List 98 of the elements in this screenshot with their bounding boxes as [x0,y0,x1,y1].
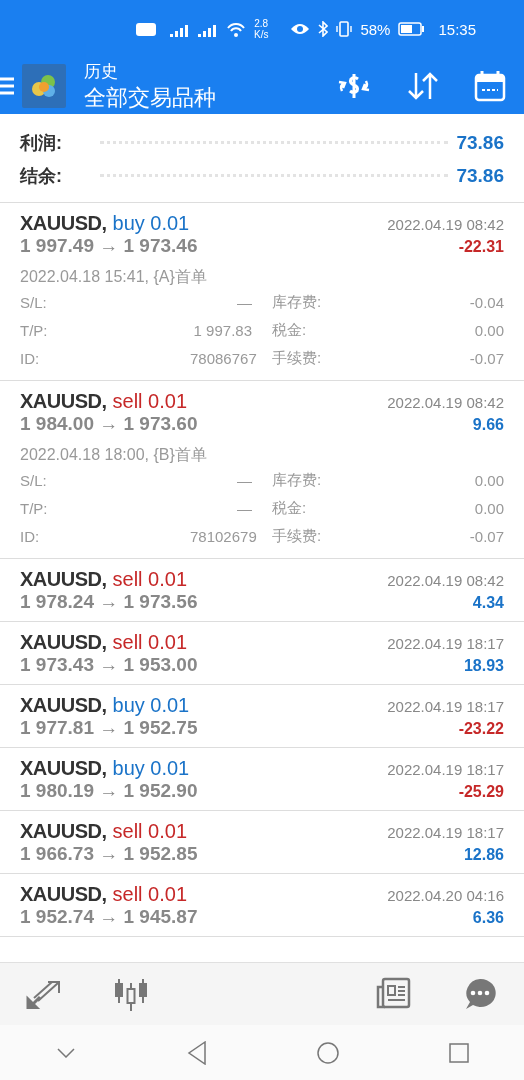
detail-label: 税金: [271,498,308,518]
trade-prices: 1 973.43 → 1 953.00 [20,654,198,676]
trade-profit: 6.36 [472,909,504,927]
detail-value: — [236,293,252,311]
trade-profit: 18.93 [463,657,504,675]
trade-time: 2022.04.19 08:42 [387,572,504,589]
trade-symbol: XAUUSD, [20,757,107,779]
trade-deal: buy 0.01 [112,694,190,716]
trade-symbol: XAUUSD, [20,631,107,653]
trade-item[interactable]: XAUUSD, sell 0.01 2022.04.20 04:16 1 952.74 → 1 945.87 6.36 [0,874,524,937]
trade-item[interactable]: XAUUSD, sell 0.01 2022.04.19 08:42 1 978.24 → 1 973.56 4.34 [0,559,524,622]
candlestick-icon[interactable] [113,977,149,1011]
detail-value: -0.04 [468,293,504,311]
chat-icon[interactable] [463,977,498,1011]
trade-time: 2022.04.19 18:17 [387,824,504,841]
trade-time: 2022.04.19 18:17 [387,698,504,715]
detail-label: S/L: [20,471,48,489]
trade-time: 2022.04.19 08:42 [387,216,504,233]
trade-deal: sell 0.01 [112,568,187,590]
trade-symbol: XAUUSD, [20,212,107,234]
detail-label: 税金: [271,320,308,340]
bluetooth-icon [318,21,329,37]
battery-percent: 58% [360,20,391,38]
detail-label: 手续费: [271,348,323,368]
trade-deal: buy 0.01 [112,212,190,234]
trade-prices: 1 980.19 → 1 952.90 [20,780,198,802]
trade-prices: 1 952.74 → 1 945.87 [20,906,198,928]
calendar-icon[interactable] [474,70,506,102]
network-speed: 2.8 K/s [253,18,269,40]
trade-symbol: XAUUSD, [20,694,107,716]
trade-arrows-icon[interactable] [25,979,62,1009]
summary-value: 73.86 [456,131,504,154]
trade-time: 2022.04.20 04:16 [387,887,504,904]
chevron-down-icon[interactable] [56,1047,75,1058]
back-icon[interactable] [186,1040,207,1065]
detail-label: 库存费: [271,292,323,312]
summary-label: 结余: [20,164,63,188]
news-icon[interactable] [375,977,411,1011]
trade-item[interactable]: XAUUSD, buy 0.01 2022.04.19 18:17 1 977.81 → 1 952.75 -23.22 [0,685,524,748]
detail-label: S/L: [20,293,48,311]
clock: 15:35 [438,20,476,38]
battery-icon [398,22,425,36]
eye-icon [290,22,311,36]
sort-icon[interactable] [406,71,440,101]
trade-item[interactable]: XAUUSD, buy 0.01 2022.04.19 18:17 1 980.19 → 1 952.90 -25.29 [0,748,524,811]
detail-value: -0.07 [468,527,504,545]
trade-item[interactable]: XAUUSD, sell 0.01 2022.04.19 18:17 1 973.43 → 1 953.00 18.93 [0,622,524,685]
trade-deal: sell 0.01 [112,883,187,905]
detail-label: ID: [20,349,41,367]
detail-label: 库存费: [271,470,323,490]
recents-icon[interactable] [448,1042,469,1063]
trade-profit: -23.22 [458,720,504,738]
trade-deal: buy 0.01 [112,757,190,779]
trade-prices: 1 966.73 → 1 952.85 [20,843,198,865]
trade-symbol: XAUUSD, [20,820,107,842]
detail-label: 手续费: [271,526,323,546]
trade-profit: -25.29 [458,783,504,801]
detail-value: 0.00 [473,321,504,339]
trade-item[interactable]: XAUUSD, buy 0.01 2022.04.19 08:42 1 997.49 → 1 973.46 -22.31 2022.04.18 15:41, {A}首单 S/L: — 库存费: -0.04 T/P: 1 997.83 税金: 0.00 ID: 78086767 手续费: -0.07 [0,203,524,381]
detail-value: 0.00 [473,499,504,517]
trade-deal: sell 0.01 [112,631,187,653]
trade-deal: sell 0.01 [112,820,187,842]
home-icon[interactable] [316,1041,339,1064]
trade-prices: 1 984.00 → 1 973.60 [20,413,198,435]
detail-label: T/P: [20,321,49,339]
trade-time: 2022.04.19 18:17 [387,761,504,778]
menu-icon[interactable] [0,77,14,95]
trade-prices: 1 978.24 → 1 973.56 [20,591,198,613]
detail-value: 1 997.83 [192,321,252,339]
vibrate-icon [336,21,353,37]
trade-symbol: XAUUSD, [20,568,107,590]
trade-time: 2022.04.19 18:17 [387,635,504,652]
trade-profit: 12.86 [463,846,504,864]
trade-symbol: XAUUSD, [20,390,107,412]
detail-label: ID: [20,527,41,545]
trade-symbol: XAUUSD, [20,883,107,905]
screen-title: 历史 [84,60,119,83]
trade-deal: sell 0.01 [112,390,187,412]
trade-profit: 4.34 [472,594,504,612]
trade-time: 2022.04.19 08:42 [387,394,504,411]
summary-label: 利润: [20,131,63,155]
detail-value: 0.00 [473,471,504,489]
trade-profit: 9.66 [472,416,504,434]
symbol-filter[interactable]: 全部交易品种 [84,82,336,113]
summary-value: 73.86 [456,164,504,187]
trade-item[interactable]: XAUUSD, sell 0.01 2022.04.19 08:42 1 984.00 → 1 973.60 9.66 2022.04.18 18:00, {B}首单 S/L: — 库存费: 0.00 T/P: — 税金: 0.00 ID: 78102679 手续费: -0.07 [0,381,524,559]
detail-value: — [236,499,252,517]
detail-value: — [236,471,252,489]
app-logo [22,64,66,108]
detail-label: T/P: [20,499,49,517]
trade-prices: 1 977.81 → 1 952.75 [20,717,198,739]
trade-profit: -22.31 [458,238,504,256]
dollar-exchange-icon[interactable] [336,71,372,101]
detail-value: -0.07 [468,349,504,367]
trade-item[interactable]: XAUUSD, sell 0.01 2022.04.19 18:17 1 966.73 → 1 952.85 12.86 [0,811,524,874]
open-time: 2022.04.18 15:41, {A}首单 [20,267,208,287]
open-time: 2022.04.18 18:00, {B}首单 [20,445,208,465]
trade-prices: 1 997.49 → 1 973.46 [20,235,198,257]
